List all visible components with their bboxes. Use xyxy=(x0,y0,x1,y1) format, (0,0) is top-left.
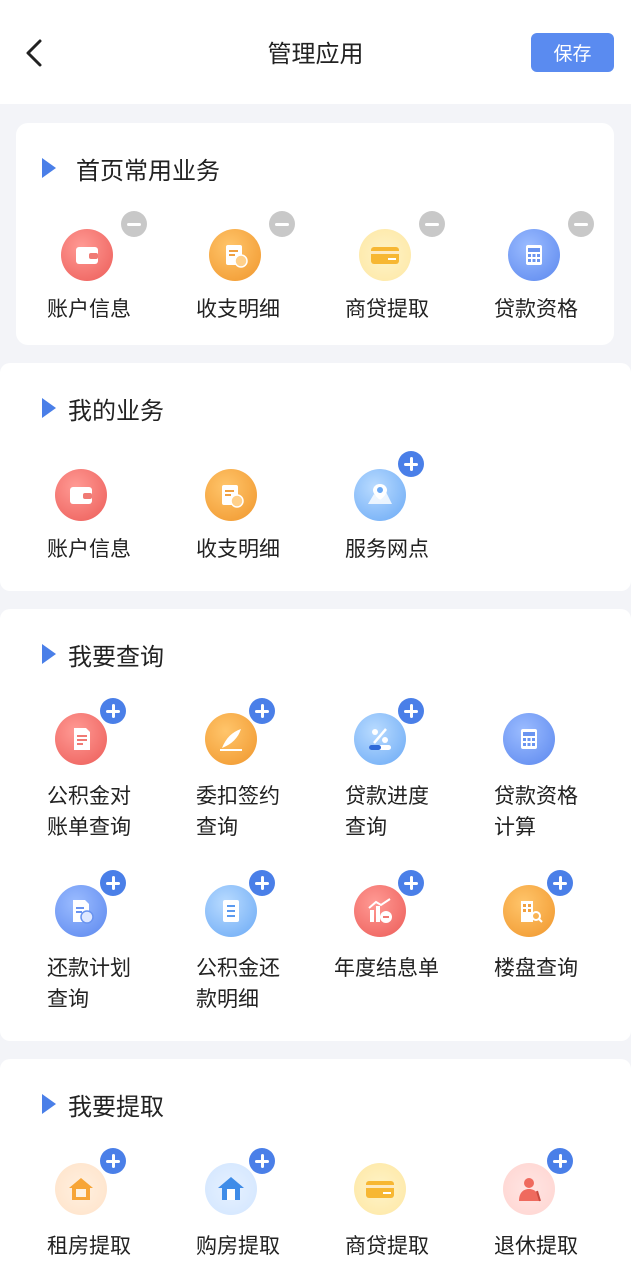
top-bar: 管理应用 保存 xyxy=(0,0,631,104)
calculator-icon xyxy=(508,229,560,281)
repay-plan-icon xyxy=(55,885,107,937)
app-label: 服务网点 xyxy=(345,537,429,561)
statement-icon xyxy=(55,713,107,765)
card-icon xyxy=(354,1163,406,1215)
add-badge-icon[interactable] xyxy=(100,870,126,896)
document-icon xyxy=(205,885,257,937)
pen-icon xyxy=(205,713,257,765)
app-label: 账户信息 xyxy=(47,297,131,321)
app-label: 退休提取 xyxy=(494,1234,578,1258)
retiree-icon xyxy=(503,1163,555,1215)
app-label: 租房提取 xyxy=(47,1234,131,1258)
triangle-marker-icon xyxy=(42,398,56,418)
remove-badge-icon[interactable] xyxy=(568,211,594,237)
remove-badge-icon[interactable] xyxy=(419,211,445,237)
app-label: 年度结息单 xyxy=(334,956,439,980)
wallet-icon xyxy=(61,229,113,281)
app-label: 收支明细 xyxy=(196,537,280,561)
add-badge-icon[interactable] xyxy=(398,451,424,477)
buy-house-icon xyxy=(205,1163,257,1215)
add-badge-icon[interactable] xyxy=(249,870,275,896)
remove-badge-icon[interactable] xyxy=(269,211,295,237)
triangle-marker-icon xyxy=(42,158,56,178)
section-my-business: 我的业务 账户信息 收支明细 服务网点 xyxy=(0,363,631,591)
section-header: 我要提取 xyxy=(42,1089,164,1121)
section-title: 我的业务 xyxy=(68,396,164,425)
section-title: 我要查询 xyxy=(68,642,164,671)
card-icon xyxy=(359,229,411,281)
remove-badge-icon[interactable] xyxy=(121,211,147,237)
app-label: 公积金还 款明细 xyxy=(196,956,280,1011)
app-label: 楼盘查询 xyxy=(494,956,578,980)
app-label: 账户信息 xyxy=(47,537,131,561)
app-label: 贷款资格 计算 xyxy=(494,784,578,839)
add-badge-icon[interactable] xyxy=(100,698,126,724)
add-badge-icon[interactable] xyxy=(398,870,424,896)
bill-icon xyxy=(209,229,261,281)
section-withdraw: 我要提取 租房提取 购房提取 商贷提取 退休提取 xyxy=(0,1059,631,1280)
section-home-common: 首页常用业务 账户信息 收支明细 商贷提取 贷款资格 xyxy=(16,123,614,345)
calculator-icon xyxy=(503,713,555,765)
app-label: 公积金对 账单查询 xyxy=(47,784,131,839)
add-badge-icon[interactable] xyxy=(547,870,573,896)
building-search-icon xyxy=(503,885,555,937)
app-label: 收支明细 xyxy=(196,297,280,321)
section-header: 首页常用业务 xyxy=(42,153,220,185)
app-label: 商贷提取 xyxy=(345,1234,429,1258)
app-label: 商贷提取 xyxy=(345,297,429,321)
triangle-marker-icon xyxy=(42,1094,56,1114)
map-pin-icon xyxy=(354,469,406,521)
wallet-icon xyxy=(55,469,107,521)
section-header: 我的业务 xyxy=(42,393,164,425)
app-label: 贷款进度 查询 xyxy=(345,784,429,839)
bill-icon xyxy=(205,469,257,521)
triangle-marker-icon xyxy=(42,644,56,664)
app-label: 还款计划 查询 xyxy=(47,956,131,1011)
add-badge-icon[interactable] xyxy=(249,698,275,724)
rent-house-icon xyxy=(55,1163,107,1215)
app-label: 委扣签约 查询 xyxy=(196,784,280,839)
add-badge-icon[interactable] xyxy=(398,698,424,724)
add-badge-icon[interactable] xyxy=(249,1148,275,1174)
add-badge-icon[interactable] xyxy=(547,1148,573,1174)
app-label: 贷款资格 xyxy=(494,297,578,321)
app-label: 购房提取 xyxy=(196,1234,280,1258)
section-query: 我要查询 公积金对 账单查询 委扣签约 查询 贷款进度 查询 贷款资格 计算 还… xyxy=(0,609,631,1041)
add-badge-icon[interactable] xyxy=(100,1148,126,1174)
save-button[interactable]: 保存 xyxy=(531,33,614,72)
percent-icon xyxy=(354,713,406,765)
section-header: 我要查询 xyxy=(42,639,164,671)
section-title: 我要提取 xyxy=(68,1092,164,1121)
section-title: 首页常用业务 xyxy=(76,156,220,185)
annual-chart-icon xyxy=(354,885,406,937)
